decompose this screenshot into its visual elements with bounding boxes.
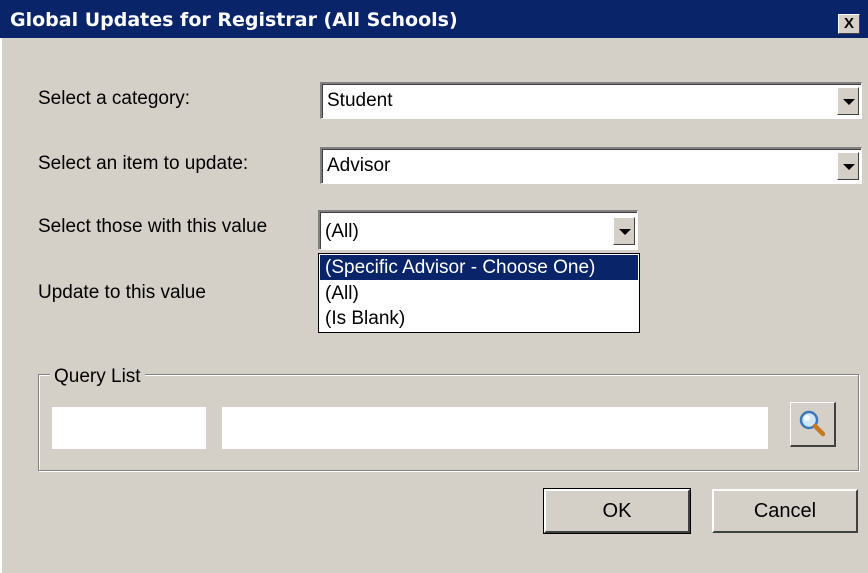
update-label: Update to this value	[38, 282, 206, 303]
dropdown-option[interactable]: (All)	[320, 281, 638, 306]
query-code-field[interactable]	[52, 407, 206, 449]
window-title: Global Updates for Registrar (All School…	[10, 9, 458, 31]
those-combobox[interactable]: (All)	[318, 210, 638, 250]
magnifier-icon	[799, 410, 826, 437]
category-value: Student	[327, 90, 393, 111]
item-value: Advisor	[327, 155, 391, 176]
title-bar: Global Updates for Registrar (All School…	[0, 0, 868, 38]
search-button[interactable]	[790, 402, 836, 447]
dropdown-option[interactable]: (Specific Advisor - Choose One)	[320, 255, 638, 280]
cancel-button[interactable]: Cancel	[712, 489, 858, 533]
query-description-field[interactable]	[222, 407, 768, 449]
chevron-down-icon[interactable]	[613, 217, 635, 245]
ok-button[interactable]: OK	[543, 488, 691, 534]
dropdown-option[interactable]: (Is Blank)	[320, 306, 638, 331]
those-label: Select those with this value	[38, 216, 268, 237]
item-label: Select an item to update:	[38, 153, 249, 174]
category-label: Select a category:	[38, 88, 191, 109]
query-list-legend: Query List	[50, 366, 145, 388]
close-icon: X	[843, 15, 854, 32]
close-button[interactable]: X	[838, 14, 860, 34]
those-value: (All)	[325, 221, 359, 242]
chevron-down-icon[interactable]	[837, 152, 859, 180]
chevron-down-icon[interactable]	[837, 87, 859, 115]
those-dropdown-list: (Specific Advisor - Choose One) (All) (I…	[318, 253, 640, 333]
item-combobox[interactable]: Advisor	[320, 147, 862, 184]
category-combobox[interactable]: Student	[320, 82, 862, 119]
